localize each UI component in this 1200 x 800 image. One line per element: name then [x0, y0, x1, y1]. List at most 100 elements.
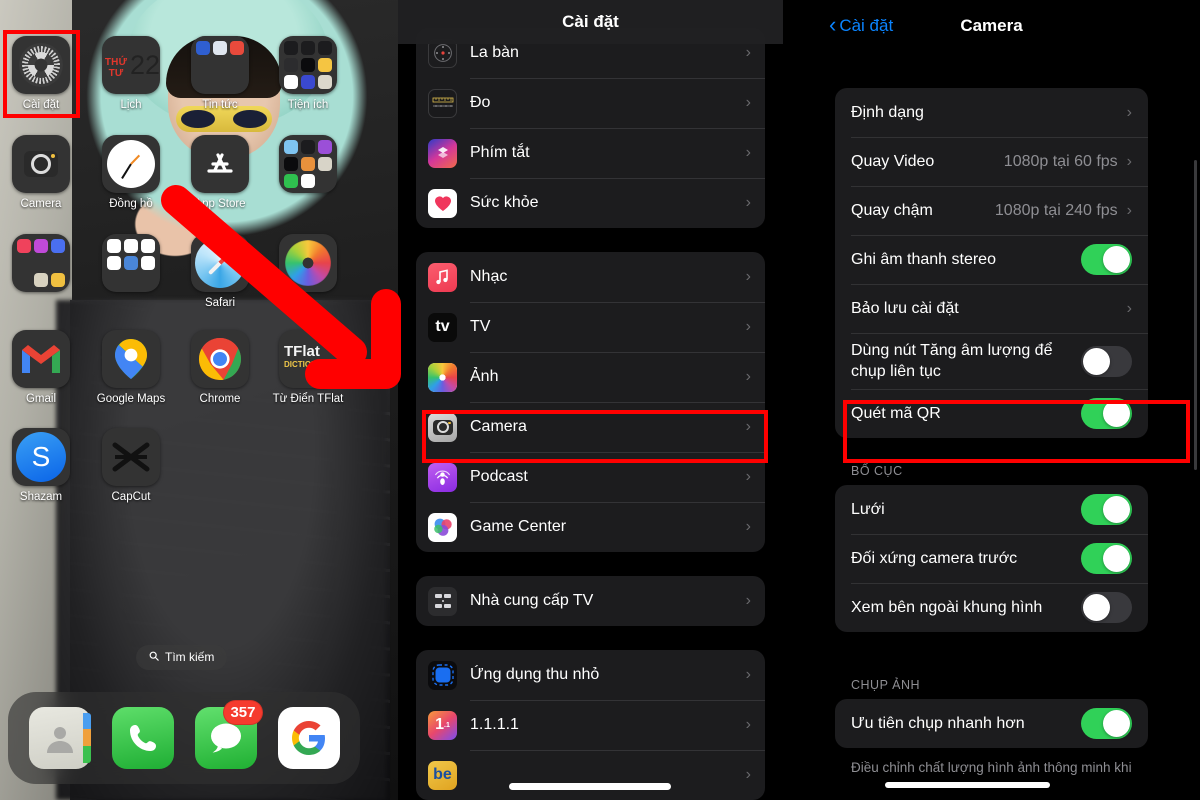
row-label: Định dạng — [851, 104, 924, 121]
calendar-day: 22 — [129, 50, 160, 80]
grid-toggle[interactable] — [1081, 494, 1132, 525]
chevron-right-icon: › — [1126, 299, 1132, 317]
row-label: Ghi âm thanh stereo — [851, 251, 996, 268]
settings-row-label: Đo — [470, 94, 491, 111]
app-icon-chrome[interactable]: Chrome — [177, 330, 263, 406]
settings-row-suc-khoe[interactable]: Sức khỏe › — [416, 178, 765, 228]
settings-row-camera[interactable]: Camera › — [416, 402, 765, 452]
app-label: Chrome — [199, 393, 241, 405]
camera-main-group-wrap: Định dạng › Quay Video 1080p tại 60 fps … — [783, 88, 1200, 777]
home-search-label: Tìm kiếm — [165, 650, 215, 664]
mirror-front-toggle[interactable] — [1081, 543, 1132, 574]
app-icon-shazam[interactable]: S Shazam — [0, 428, 84, 504]
camera-row-qr-scan[interactable]: Quét mã QR — [835, 389, 1148, 438]
settings-row-mini-apps[interactable]: Ứng dụng thu nhỏ › — [416, 650, 765, 700]
dns-app-icon: 1.1 — [428, 710, 457, 740]
row-label: Quét mã QR — [851, 405, 941, 422]
yellow-app-icon: be — [428, 760, 457, 790]
row-label: Ưu tiên chụp nhanh hơn — [851, 715, 1025, 732]
messages-badge: 357 — [223, 700, 263, 725]
settings-scroll-area[interactable]: La bàn › Đo › Phím tắt › Sức khỏe › Nhạc… — [398, 28, 783, 800]
settings-group-3: Nhà cung cấp TV › — [416, 576, 765, 626]
chevron-right-icon: › — [1126, 103, 1132, 121]
app-label: Lịch — [120, 99, 142, 111]
app-icon-clock[interactable]: Đồng hồ — [88, 135, 174, 211]
stereo-toggle[interactable] — [1081, 244, 1132, 275]
app-icon-camera[interactable]: Camera — [0, 135, 84, 211]
app-folder-utilities[interactable]: Tiện ích — [265, 36, 351, 112]
tflat-dictionary-icon: TFlat DICTIONARY — [279, 330, 337, 388]
camera-row-volume-burst[interactable]: Dùng nút Tăng âm lượng để chụp liên tục — [835, 333, 1148, 389]
mini-app-icon — [428, 660, 457, 690]
row-label: Bảo lưu cài đặt — [851, 300, 959, 317]
back-to-settings-button[interactable]: ‹ Cài đặt — [829, 14, 894, 36]
camera-row-mirror-front[interactable]: Đối xứng camera trước — [835, 534, 1148, 583]
camera-row-prioritize-faster[interactable]: Ưu tiên chụp nhanh hơn — [835, 699, 1148, 748]
clock-icon — [102, 135, 160, 193]
camera-row-bao-luu[interactable]: Bảo lưu cài đặt › — [835, 284, 1148, 333]
app-icon-settings[interactable]: Cài đặt — [0, 36, 84, 112]
safari-compass-icon — [191, 234, 249, 292]
chevron-right-icon: › — [745, 268, 751, 285]
app-folder-news[interactable]: Tin tức — [177, 36, 263, 112]
app-icon-photos[interactable] — [265, 234, 351, 297]
contacts-icon[interactable] — [28, 707, 91, 769]
app-label: Camera — [20, 198, 62, 210]
chevron-right-icon: › — [745, 716, 751, 733]
settings-row-phim-tat[interactable]: Phím tắt › — [416, 128, 765, 178]
section-title-layout: BỐ CỤC — [851, 464, 903, 478]
settings-row-game-center[interactable]: Game Center › — [416, 502, 765, 552]
camera-row-dinh-dang[interactable]: Định dạng › — [835, 88, 1148, 137]
podcast-icon — [428, 462, 457, 492]
camera-row-luoi[interactable]: Lưới — [835, 485, 1148, 534]
google-g-icon[interactable] — [277, 707, 340, 769]
chevron-right-icon: › — [745, 666, 751, 683]
app-icon-safari[interactable]: Safari — [177, 234, 263, 310]
app-folder-misc-1[interactable] — [265, 135, 351, 198]
home-search-pill[interactable]: Tìm kiếm — [136, 645, 228, 670]
camera-row-quay-video[interactable]: Quay Video 1080p tại 60 fps › — [835, 137, 1148, 186]
settings-group-2: Nhạc › tv TV › Ảnh › Camera › Podcast › … — [416, 252, 765, 552]
settings-row-do[interactable]: Đo › — [416, 78, 765, 128]
settings-row-label: Game Center — [470, 518, 567, 535]
app-icon-gmail[interactable]: Gmail — [0, 330, 84, 406]
settings-row-tv-provider[interactable]: Nhà cung cấp TV › — [416, 576, 765, 626]
settings-row-podcast[interactable]: Podcast › — [416, 452, 765, 502]
camera-row-view-outside-frame[interactable]: Xem bên ngoài khung hình — [835, 583, 1148, 632]
app-icon-capcut[interactable]: CapCut — [88, 428, 174, 504]
settings-row-label: 1.1.1.1 — [470, 716, 519, 733]
row-label: Quay chậm — [851, 202, 933, 219]
camera-row-quay-cham[interactable]: Quay chậm 1080p tại 240 fps › — [835, 186, 1148, 235]
settings-row-dns[interactable]: 1.1 1.1.1.1 › — [416, 700, 765, 750]
volume-burst-toggle[interactable] — [1081, 345, 1132, 377]
settings-row-label: Phím tắt — [470, 144, 530, 161]
settings-header: Cài đặt — [398, 0, 783, 44]
messages-icon[interactable]: 357 — [194, 700, 263, 769]
settings-row-partial[interactable]: be › — [416, 750, 765, 800]
settings-row-nhac[interactable]: Nhạc › — [416, 252, 765, 302]
app-folder-media[interactable] — [0, 234, 84, 297]
qr-scan-toggle[interactable] — [1081, 398, 1132, 429]
app-folder-google[interactable] — [88, 234, 174, 297]
settings-group-1: La bàn › Đo › Phím tắt › Sức khỏe › — [416, 28, 765, 228]
calendar-icon: THỨ TƯ 22 — [102, 36, 160, 94]
settings-row-anh[interactable]: Ảnh › — [416, 352, 765, 402]
app-icon-calendar[interactable]: THỨ TƯ 22 Lịch — [88, 36, 174, 112]
section-title-capture: CHỤP ẢNH — [851, 678, 921, 692]
capture-footnote: Điều chỉnh chất lượng hình ảnh thông min… — [851, 760, 1132, 775]
phone-icon[interactable] — [111, 707, 174, 769]
chevron-right-icon: › — [745, 368, 751, 385]
ios-home-screen: Cài đặt THỨ TƯ 22 Lịch Tin tức Tiện ích … — [0, 0, 398, 800]
app-icon-app-store[interactable]: App Store — [177, 135, 263, 211]
vertical-scrollbar[interactable] — [1194, 160, 1197, 470]
back-button-label: Cài đặt — [839, 16, 894, 35]
app-icon-tflat[interactable]: TFlat DICTIONARY Từ Điển TFlat — [265, 330, 351, 406]
settings-row-tv[interactable]: tv TV › — [416, 302, 765, 352]
view-outside-frame-toggle[interactable] — [1081, 592, 1132, 623]
camera-row-stereo[interactable]: Ghi âm thanh stereo — [835, 235, 1148, 284]
app-icon-google-maps[interactable]: Google Maps — [88, 330, 174, 406]
settings-home-indicator — [509, 783, 671, 790]
prioritize-faster-toggle[interactable] — [1081, 708, 1132, 739]
settings-row-label: Nhạc — [470, 268, 508, 285]
photos-flower-icon — [279, 234, 337, 292]
